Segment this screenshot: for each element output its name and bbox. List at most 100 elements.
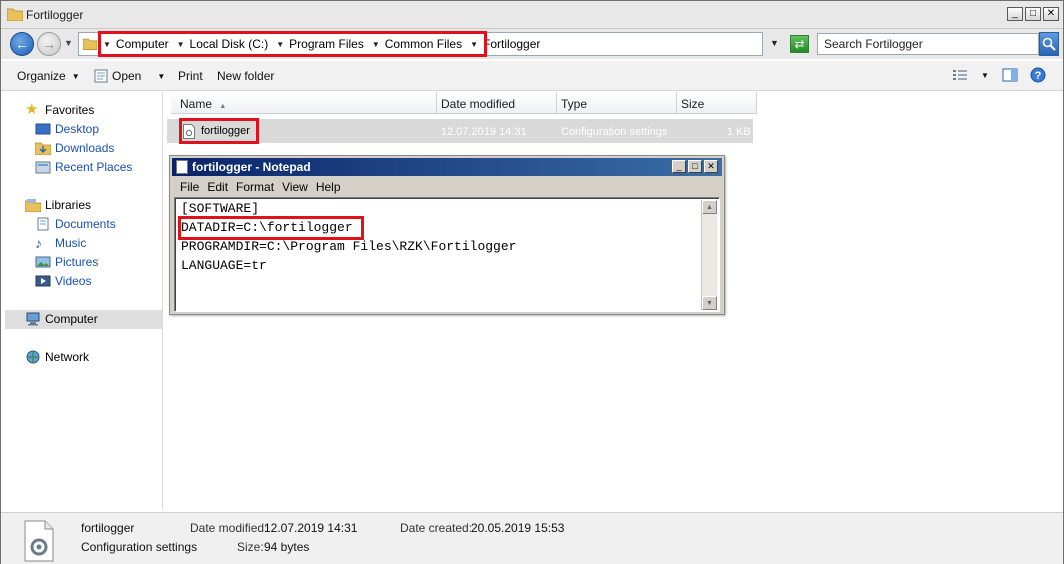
address-dropdown-icon[interactable]: ▼ (770, 38, 779, 48)
refresh-icon: ⇄ (794, 37, 805, 51)
minimize-button[interactable]: _ (1007, 7, 1023, 21)
notepad-close-button[interactable]: ✕ (704, 160, 718, 173)
column-header-size[interactable]: Size (677, 92, 757, 114)
search-button[interactable] (1039, 32, 1059, 56)
nav-item-documents[interactable]: Documents (35, 217, 116, 231)
network-icon (26, 350, 40, 364)
nav-item-desktop[interactable]: Desktop (35, 122, 99, 136)
chevron-down-icon: ▼ (71, 71, 80, 81)
star-icon: ★ (25, 101, 39, 118)
notepad-menu-bar: File Edit Format View Help (172, 178, 722, 196)
new-folder-button[interactable]: New folder (217, 69, 274, 83)
downloads-folder-icon (35, 142, 51, 155)
search-input[interactable]: Search Fortilogger (817, 33, 1039, 55)
view-dropdown-icon[interactable]: ▼ (981, 71, 989, 80)
music-icon: ♪ (35, 235, 42, 251)
folder-icon (7, 8, 23, 21)
forward-arrow-icon: → (42, 36, 56, 52)
scroll-down-icon[interactable]: ▼ (702, 296, 717, 310)
details-size-label: Size: (237, 540, 264, 554)
organize-button[interactable]: Organize ▼ (17, 69, 80, 83)
preview-pane-icon[interactable] (1002, 68, 1018, 82)
notepad-maximize-button[interactable]: □ (688, 160, 702, 173)
documents-icon (37, 217, 49, 231)
file-name[interactable]: fortilogger (201, 125, 250, 137)
explorer-window: Fortilogger _ □ ✕ ← → ▼ ▼ Computer ▼ Loc… (0, 0, 1064, 564)
text-line: LANGUAGE=tr (181, 258, 267, 273)
notepad-icon (176, 160, 188, 174)
nav-item-videos[interactable]: Videos (35, 274, 91, 288)
menu-edit[interactable]: Edit (207, 180, 228, 194)
text-line: [SOFTWARE] (181, 201, 260, 216)
menu-view[interactable]: View (282, 180, 308, 194)
file-date-modified: 12.07.2019 14:31 (441, 126, 527, 138)
details-date-created: 20.05.2019 15:53 (471, 521, 565, 535)
back-button[interactable]: ← (10, 32, 34, 56)
menu-file[interactable]: File (180, 180, 199, 194)
recent-pages-dropdown-icon[interactable]: ▼ (64, 38, 73, 48)
notepad-title: fortilogger - Notepad (192, 160, 311, 174)
config-file-icon (183, 124, 195, 139)
details-date-modified-label: Date modified: (190, 521, 268, 535)
vertical-scrollbar[interactable]: ▲ ▼ (701, 200, 717, 310)
nav-item-downloads[interactable]: Downloads (35, 141, 114, 155)
notepad-title-bar[interactable]: fortilogger - Notepad _ □ ✕ (172, 158, 722, 176)
nav-item-network[interactable]: Network (25, 350, 89, 364)
column-header-type[interactable]: Type (557, 92, 677, 114)
breadcrumb-highlight (98, 31, 487, 57)
details-date-modified: 12.07.2019 14:31 (264, 521, 358, 535)
details-pane: fortilogger Configuration settings Date … (1, 512, 1063, 564)
maximize-button[interactable]: □ (1025, 7, 1041, 21)
address-bar[interactable]: ▼ Computer ▼ Local Disk (C:) ▼ Program F… (78, 31, 763, 57)
print-button[interactable]: Print (178, 69, 203, 83)
details-file-type: Configuration settings (81, 540, 198, 554)
desktop-icon (35, 123, 51, 135)
notepad-text-area[interactable]: [SOFTWARE] DATADIR=C:\fortilogger PROGRA… (174, 197, 720, 312)
scroll-up-icon[interactable]: ▲ (702, 200, 717, 214)
window-title: Fortilogger (26, 8, 84, 22)
help-icon[interactable]: ? (1030, 67, 1046, 83)
nav-item-libraries[interactable]: Libraries (25, 198, 91, 212)
sort-ascending-icon: ▲ (219, 103, 227, 110)
nav-item-computer[interactable]: Computer (25, 312, 98, 326)
details-date-created-label: Date created: (400, 521, 473, 535)
pictures-icon (35, 256, 51, 268)
column-header-name[interactable]: Name ▲ (171, 92, 437, 114)
file-size: 1 KB (727, 126, 751, 138)
title-bar[interactable]: Fortilogger _ □ ✕ (1, 1, 1063, 29)
command-bar: Organize ▼ Open ▼ Print New folder ▼ ? (1, 61, 1063, 91)
notepad-window: fortilogger - Notepad _ □ ✕ File Edit Fo… (169, 155, 725, 315)
notepad-icon (94, 69, 108, 83)
view-options-icon[interactable] (952, 68, 968, 82)
file-type: Configuration settings (561, 126, 668, 138)
details-file-name: fortilogger (81, 521, 135, 535)
datadir-highlight (178, 216, 364, 240)
notepad-minimize-button[interactable]: _ (672, 160, 686, 173)
details-size: 94 bytes (264, 540, 310, 554)
nav-item-favorites[interactable]: ★ Favorites (25, 101, 94, 118)
videos-icon (35, 275, 51, 287)
refresh-button[interactable]: ⇄ (790, 35, 809, 53)
libraries-icon (25, 199, 41, 212)
nav-item-recent-places[interactable]: Recent Places (35, 160, 132, 174)
svg-text:?: ? (1035, 70, 1042, 82)
menu-help[interactable]: Help (316, 180, 341, 194)
recent-places-icon (35, 161, 51, 174)
nav-item-pictures[interactable]: Pictures (35, 255, 98, 269)
computer-icon (26, 312, 40, 326)
notepad-window-controls: _ □ ✕ (672, 160, 718, 173)
navigation-pane: ★ Favorites Desktop Downloads Recent Pla… (5, 92, 163, 510)
menu-format[interactable]: Format (236, 180, 274, 194)
back-arrow-icon: ← (15, 36, 29, 52)
window-controls: _ □ ✕ (1007, 7, 1059, 21)
address-row: ← → ▼ ▼ Computer ▼ Local Disk (C:) ▼ Pro… (1, 29, 1063, 59)
forward-button[interactable]: → (37, 32, 61, 56)
chevron-down-icon[interactable]: ▼ (157, 72, 165, 81)
text-line: PROGRAMDIR=C:\Program Files\RZK\Fortilog… (181, 239, 517, 254)
nav-item-music[interactable]: ♪ Music (35, 236, 86, 250)
close-button[interactable]: ✕ (1043, 7, 1059, 21)
open-button[interactable]: Open ▼ (94, 69, 165, 83)
config-file-icon (24, 520, 54, 562)
column-header-date-modified[interactable]: Date modified (437, 92, 557, 114)
search-icon (1042, 37, 1056, 51)
